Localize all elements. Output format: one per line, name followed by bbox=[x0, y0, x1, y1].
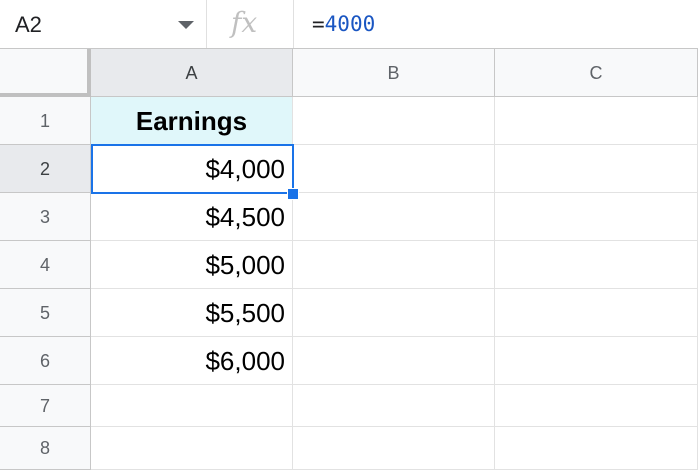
cell-a5[interactable]: $5,500 bbox=[91, 289, 293, 337]
name-box-ref: A2 bbox=[15, 12, 42, 37]
cell-a1[interactable]: Earnings bbox=[91, 97, 293, 145]
name-box[interactable]: A2 bbox=[0, 0, 207, 48]
fill-handle[interactable] bbox=[287, 188, 299, 200]
cell-a3[interactable]: $4,500 bbox=[91, 193, 293, 241]
cell-a8[interactable] bbox=[91, 427, 293, 470]
cell-b7[interactable] bbox=[293, 385, 495, 427]
formula-value: 4000 bbox=[324, 12, 376, 36]
formula-input[interactable]: =4000 bbox=[312, 12, 375, 36]
cell-b1[interactable] bbox=[293, 97, 495, 145]
select-all-corner[interactable] bbox=[0, 49, 91, 97]
row-header-8[interactable]: 8 bbox=[0, 427, 91, 470]
row-header-7[interactable]: 7 bbox=[0, 385, 91, 427]
column-header-b[interactable]: B bbox=[293, 49, 495, 97]
column-header-c[interactable]: C bbox=[495, 49, 698, 97]
cell-a4[interactable]: $5,000 bbox=[91, 241, 293, 289]
cell-c7[interactable] bbox=[495, 385, 698, 427]
cell-c4[interactable] bbox=[495, 241, 698, 289]
row-header-6[interactable]: 6 bbox=[0, 337, 91, 385]
cell-c5[interactable] bbox=[495, 289, 698, 337]
cell-b3[interactable] bbox=[293, 193, 495, 241]
cell-c6[interactable] bbox=[495, 337, 698, 385]
row-header-2[interactable]: 2 bbox=[0, 145, 91, 193]
cell-c2[interactable] bbox=[495, 145, 698, 193]
cell-b2[interactable] bbox=[293, 145, 495, 193]
row-header-4[interactable]: 4 bbox=[0, 241, 91, 289]
cell-c8[interactable] bbox=[495, 427, 698, 470]
cell-b5[interactable] bbox=[293, 289, 495, 337]
cell-b4[interactable] bbox=[293, 241, 495, 289]
cell-a6[interactable]: $6,000 bbox=[91, 337, 293, 385]
cell-a2[interactable]: $4,000 bbox=[91, 145, 293, 193]
formula-prefix: = bbox=[312, 12, 325, 36]
column-header-a[interactable]: A bbox=[91, 49, 293, 97]
fx-label: fx bbox=[231, 6, 258, 39]
row-header-3[interactable]: 3 bbox=[0, 193, 91, 241]
cell-b6[interactable] bbox=[293, 337, 495, 385]
cell-c1[interactable] bbox=[495, 97, 698, 145]
cell-b8[interactable] bbox=[293, 427, 495, 470]
row-header-5[interactable]: 5 bbox=[0, 289, 91, 337]
cell-a7[interactable] bbox=[91, 385, 293, 427]
formula-bar: A2 fx =4000 bbox=[0, 0, 698, 49]
row-header-1[interactable]: 1 bbox=[0, 97, 91, 145]
fx-icon: fx bbox=[207, 0, 294, 48]
cell-c3[interactable] bbox=[495, 193, 698, 241]
name-box-dropdown-icon[interactable] bbox=[178, 21, 194, 29]
